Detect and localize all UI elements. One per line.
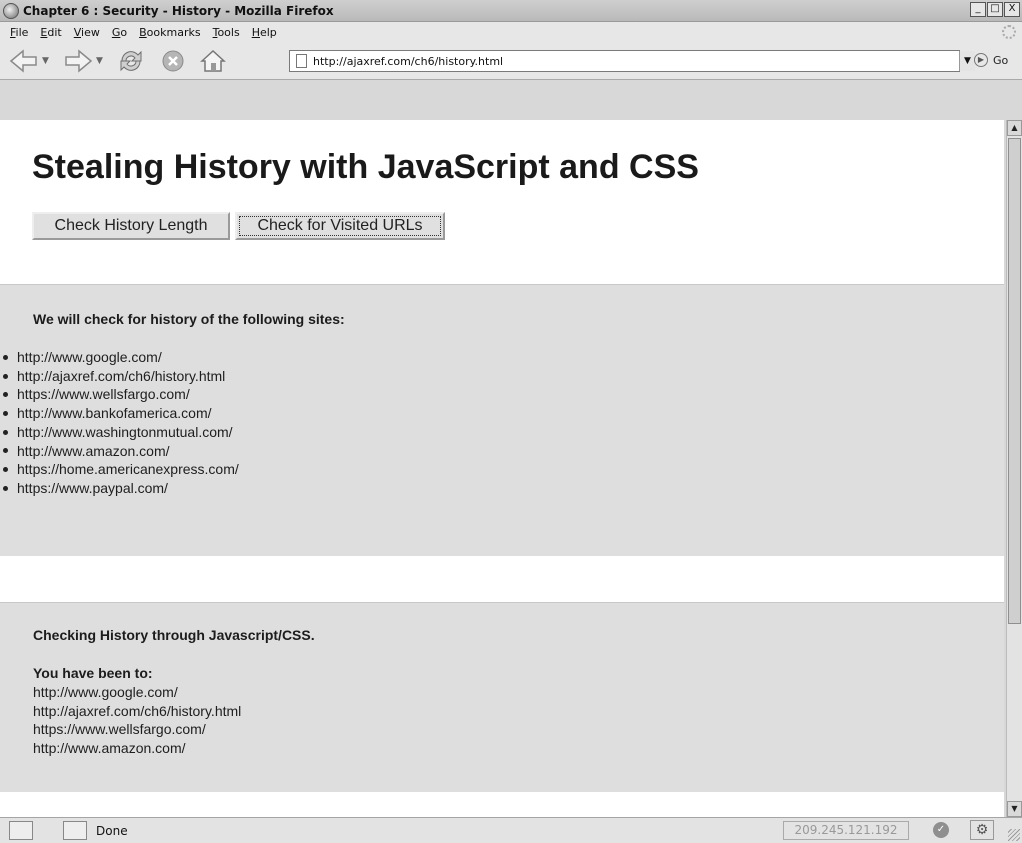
window-controls: _ □ X xyxy=(970,2,1020,17)
sites-panel: We will check for history of the followi… xyxy=(0,284,1004,556)
list-item: http://www.amazon.com/ xyxy=(0,442,239,461)
check-visited-urls-button[interactable]: Check for Visited URLs xyxy=(235,212,445,240)
cursor-icon[interactable] xyxy=(63,821,87,840)
go-button[interactable]: ▶ Go xyxy=(974,53,1008,67)
home-icon xyxy=(200,49,226,72)
scroll-thumb[interactable] xyxy=(1008,138,1021,624)
back-arrow-icon xyxy=(9,49,37,73)
chevron-down-icon: ▼ xyxy=(96,56,103,66)
list-item: http://ajaxref.com/ch6/history.html xyxy=(33,702,242,719)
menu-edit[interactable]: Edit xyxy=(40,26,61,39)
maximize-button[interactable]: □ xyxy=(987,2,1003,17)
visited-heading: You have been to: xyxy=(33,665,153,681)
list-item: http://www.washingtonmutual.com/ xyxy=(0,423,239,442)
visited-list: http://www.google.com/ http://ajaxref.co… xyxy=(33,683,241,758)
stop-button[interactable] xyxy=(158,47,188,75)
scroll-up-button[interactable]: ▲ xyxy=(1007,120,1022,136)
reload-icon xyxy=(120,50,142,72)
gear-icon[interactable]: ⚙ xyxy=(970,820,994,840)
page-heading: Stealing History with JavaScript and CSS xyxy=(32,148,699,186)
go-label: Go xyxy=(993,53,1009,67)
site-list: http://www.google.com/ http://ajaxref.co… xyxy=(0,348,239,498)
close-button[interactable]: X xyxy=(1004,2,1020,17)
list-item: https://www.wellsfargo.com/ xyxy=(33,721,206,738)
url-bar[interactable]: http://ajaxref.com/ch6/history.html ▼ xyxy=(289,50,975,72)
home-button[interactable] xyxy=(196,47,230,75)
list-item: http://ajaxref.com/ch6/history.html xyxy=(0,367,239,386)
go-icon: ▶ xyxy=(974,53,988,67)
list-item: http://www.amazon.com/ xyxy=(33,740,186,757)
throbber-icon xyxy=(1002,25,1016,39)
ruler-icon[interactable] xyxy=(9,821,33,840)
list-item: http://www.google.com/ xyxy=(0,348,239,367)
bullet-icon xyxy=(3,448,8,454)
reload-button[interactable] xyxy=(115,47,147,75)
list-item: https://www.wellsfargo.com/ xyxy=(0,385,239,404)
menu-help[interactable]: Help xyxy=(252,26,277,39)
checkmark-icon: ✓ xyxy=(933,822,949,838)
bullet-icon xyxy=(3,392,8,398)
forward-button[interactable]: ▼ xyxy=(60,47,106,75)
app-icon xyxy=(3,2,19,19)
bullet-icon xyxy=(3,373,8,379)
chevron-down-icon: ▼ xyxy=(42,56,49,66)
menu-bookmarks[interactable]: Bookmarks xyxy=(139,26,200,39)
resize-grip-icon[interactable] xyxy=(1008,829,1020,841)
status-text: Done xyxy=(96,824,128,838)
bullet-icon xyxy=(3,485,8,491)
result-title: Checking History through Javascript/CSS. xyxy=(33,627,315,643)
stop-icon xyxy=(162,50,184,72)
url-input[interactable]: http://ajaxref.com/ch6/history.html xyxy=(313,55,959,68)
menu-go[interactable]: Go xyxy=(112,26,127,39)
back-button[interactable]: ▼ xyxy=(6,47,52,75)
minimize-button[interactable]: _ xyxy=(970,2,986,17)
vertical-scrollbar[interactable]: ▲ ▼ xyxy=(1006,120,1022,817)
check-history-length-button[interactable]: Check History Length xyxy=(32,212,230,240)
result-panel: Checking History through Javascript/CSS.… xyxy=(0,602,1004,792)
page-content: Stealing History with JavaScript and CSS… xyxy=(0,120,1004,817)
bullet-icon xyxy=(3,429,8,435)
list-item: http://www.bankofamerica.com/ xyxy=(0,404,239,423)
title-bar: Chapter 6 : Security - History - Mozilla… xyxy=(0,0,1022,22)
status-bar: Done 209.245.121.192 ✓ ⚙ xyxy=(0,817,1022,843)
bullet-icon xyxy=(3,354,8,360)
menu-tools[interactable]: Tools xyxy=(213,26,240,39)
scroll-down-button[interactable]: ▼ xyxy=(1007,801,1022,817)
ip-address: 209.245.121.192 xyxy=(783,821,909,840)
bullet-icon xyxy=(3,410,8,416)
url-dropdown-button[interactable]: ▼ xyxy=(959,51,975,71)
list-item: https://www.paypal.com/ xyxy=(0,479,239,498)
window-title: Chapter 6 : Security - History - Mozilla… xyxy=(23,3,334,18)
menu-file[interactable]: File xyxy=(10,26,28,39)
navigation-toolbar: ▼ ▼ http://ajaxref.com/ch6/history.html … xyxy=(0,42,1022,80)
forward-arrow-icon xyxy=(65,49,93,73)
bullet-icon xyxy=(3,467,8,473)
list-item: http://www.google.com/ xyxy=(33,684,178,700)
sites-title: We will check for history of the followi… xyxy=(33,311,345,327)
menu-view[interactable]: View xyxy=(74,26,100,39)
list-item: https://home.americanexpress.com/ xyxy=(0,460,239,479)
menu-bar: File Edit View Go Bookmarks Tools Help xyxy=(0,22,1022,42)
page-icon xyxy=(296,54,307,68)
